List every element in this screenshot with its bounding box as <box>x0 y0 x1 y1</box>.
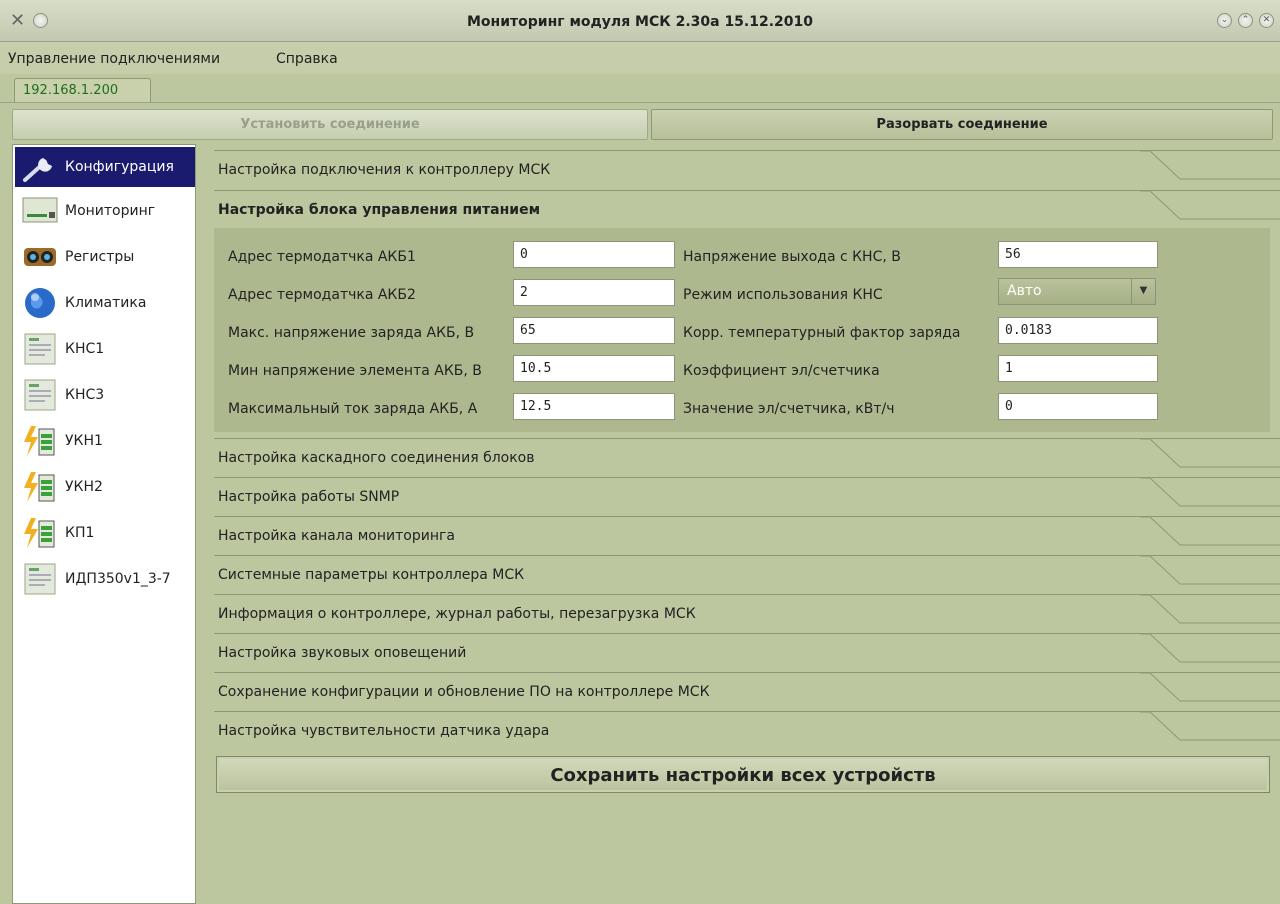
section-label: Сохранение конфигурации и обновление ПО … <box>218 684 710 700</box>
section-msk-connection[interactable]: Настройка подключения к контроллеру МСК <box>214 150 1280 186</box>
field-label: Напряжение выхода с КНС, В <box>683 249 901 265</box>
window-title: Мониторинг модуля МСК 2.30а 15.12.2010 <box>466 14 814 30</box>
sidebar-item-label: УКН1 <box>65 433 103 449</box>
save-all-settings-button[interactable]: Сохранить настройки всех устройств <box>216 756 1270 793</box>
section-tab-edge <box>1140 595 1280 624</box>
globe-icon <box>21 286 59 320</box>
section-tab-edge <box>1140 439 1280 468</box>
section-label: Настройка подключения к контроллеру МСК <box>218 162 551 178</box>
menu-connections[interactable]: Управление подключениями <box>8 51 220 67</box>
section-label: Настройка каскадного соединения блоков <box>218 450 535 466</box>
menu-help[interactable]: Справка <box>276 51 338 67</box>
temp-sensor-akb1-input[interactable]: 0 <box>513 241 675 268</box>
sidebar-item-label: КП1 <box>65 525 95 541</box>
sidebar-item-label: Мониторинг <box>65 203 156 219</box>
section-shock-sensor[interactable]: Настройка чувствительности датчика удара <box>214 711 1280 747</box>
section-tab-edge <box>1140 517 1280 546</box>
section-label: Настройка чувствительности датчика удара <box>218 723 550 739</box>
temp-factor-input[interactable]: 0.0183 <box>998 317 1158 344</box>
section-tab-edge <box>1140 634 1280 663</box>
registers-icon <box>21 240 59 274</box>
sidebar: Конфигурация Мониторинг Регистры Климати… <box>12 144 196 904</box>
sidebar-item-configuration[interactable]: Конфигурация <box>15 147 195 187</box>
sidebar-item-label: КНС3 <box>65 387 105 403</box>
meter-coefficient-input[interactable]: 1 <box>998 355 1158 382</box>
section-system-params[interactable]: Системные параметры контроллера МСК <box>214 555 1280 591</box>
section-label: Информация о контроллере, журнал работы,… <box>218 606 696 622</box>
section-snmp[interactable]: Настройка работы SNMP <box>214 477 1280 513</box>
connect-button[interactable]: Установить соединение <box>12 109 648 140</box>
field-label: Макс. напряжение заряда АКБ, В <box>228 325 475 341</box>
section-label: Настройка звуковых оповещений <box>218 645 467 661</box>
field-label: Значение эл/счетчика, кВт/ч <box>683 401 895 417</box>
section-tab-edge <box>1140 673 1280 702</box>
sidebar-item-ukn2[interactable]: УКН2 <box>15 467 195 507</box>
battery-icon <box>21 516 59 550</box>
tab-divider <box>0 102 1280 103</box>
kns-mode-value: Авто <box>1007 283 1042 299</box>
sidebar-item-kns3[interactable]: КНС3 <box>15 375 195 415</box>
sidebar-item-climate[interactable]: Климатика <box>15 283 195 323</box>
section-tab-edge <box>1140 191 1280 220</box>
device-icon <box>21 562 59 596</box>
sidebar-item-idp350[interactable]: ИДП350v1_3-7 <box>15 559 195 599</box>
dropdown-arrow-icon[interactable]: ▼ <box>1131 279 1155 304</box>
max-charge-voltage-input[interactable]: 65 <box>513 317 675 344</box>
sidebar-item-label: Конфигурация <box>65 159 174 175</box>
wrench-icon <box>21 150 59 184</box>
sidebar-item-registers[interactable]: Регистры <box>15 237 195 277</box>
sidebar-item-label: УКН2 <box>65 479 103 495</box>
section-monitoring-channel[interactable]: Настройка канала мониторинга <box>214 516 1280 552</box>
section-tab-edge <box>1140 712 1280 741</box>
section-label: Настройка работы SNMP <box>218 489 400 505</box>
sidebar-item-label: Регистры <box>65 249 135 265</box>
sidebar-item-label: КНС1 <box>65 341 105 357</box>
minimize-button[interactable]: ⌄ <box>1217 13 1232 28</box>
sidebar-item-label: ИДП350v1_3-7 <box>65 571 171 587</box>
kns-mode-select[interactable]: Авто ▼ <box>998 278 1156 305</box>
connection-tab[interactable]: 192.168.1.200 <box>14 78 151 103</box>
section-label: Настройка канала мониторинга <box>218 528 455 544</box>
battery-icon <box>21 470 59 504</box>
min-element-voltage-input[interactable]: 10.5 <box>513 355 675 382</box>
section-power-unit[interactable]: Настройка блока управления питанием <box>214 190 1280 226</box>
temp-sensor-akb2-input[interactable]: 2 <box>513 279 675 306</box>
field-label: Режим использования КНС <box>683 287 883 303</box>
sidebar-item-kns1[interactable]: КНС1 <box>15 329 195 369</box>
section-controller-info[interactable]: Информация о контроллере, журнал работы,… <box>214 594 1280 630</box>
title-bar: ✕ Мониторинг модуля МСК 2.30а 15.12.2010… <box>0 0 1280 42</box>
section-label: Системные параметры контроллера МСК <box>218 567 525 583</box>
field-label: Максимальный ток заряда АКБ, А <box>228 401 478 417</box>
battery-icon <box>21 424 59 458</box>
section-tab-edge <box>1140 478 1280 507</box>
section-sound-alerts[interactable]: Настройка звуковых оповещений <box>214 633 1280 669</box>
device-icon <box>21 378 59 412</box>
max-charge-current-input[interactable]: 12.5 <box>513 393 675 420</box>
meter-value-input[interactable]: 0 <box>998 393 1158 420</box>
field-label: Коэффициент эл/счетчика <box>683 363 880 379</box>
field-label: Адрес термодатчка АКБ1 <box>228 249 416 265</box>
section-tab-edge <box>1140 151 1280 180</box>
field-label: Мин напряжение элемента АКБ, В <box>228 363 482 379</box>
field-label: Корр. температурный фактор заряда <box>683 325 961 341</box>
field-label: Адрес термодатчка АКБ2 <box>228 287 416 303</box>
maximize-button[interactable]: ⌃ <box>1238 13 1253 28</box>
menu-bar: Управление подключениями Справка <box>0 42 1280 74</box>
sidebar-item-kp1[interactable]: КП1 <box>15 513 195 553</box>
sidebar-item-monitoring[interactable]: Мониторинг <box>15 191 195 231</box>
sidebar-item-ukn1[interactable]: УКН1 <box>15 421 195 461</box>
monitoring-icon <box>21 194 59 228</box>
section-firmware-update[interactable]: Сохранение конфигурации и обновление ПО … <box>214 672 1280 708</box>
close-button[interactable]: ✕ <box>1259 13 1274 28</box>
sidebar-item-label: Климатика <box>65 295 147 311</box>
section-label: Настройка блока управления питанием <box>218 202 541 218</box>
device-icon <box>21 332 59 366</box>
kns-output-voltage-input[interactable]: 56 <box>998 241 1158 268</box>
section-tab-edge <box>1140 556 1280 585</box>
section-cascade[interactable]: Настройка каскадного соединения блоков <box>214 438 1280 474</box>
disconnect-button[interactable]: Разорвать соединение <box>651 109 1273 140</box>
